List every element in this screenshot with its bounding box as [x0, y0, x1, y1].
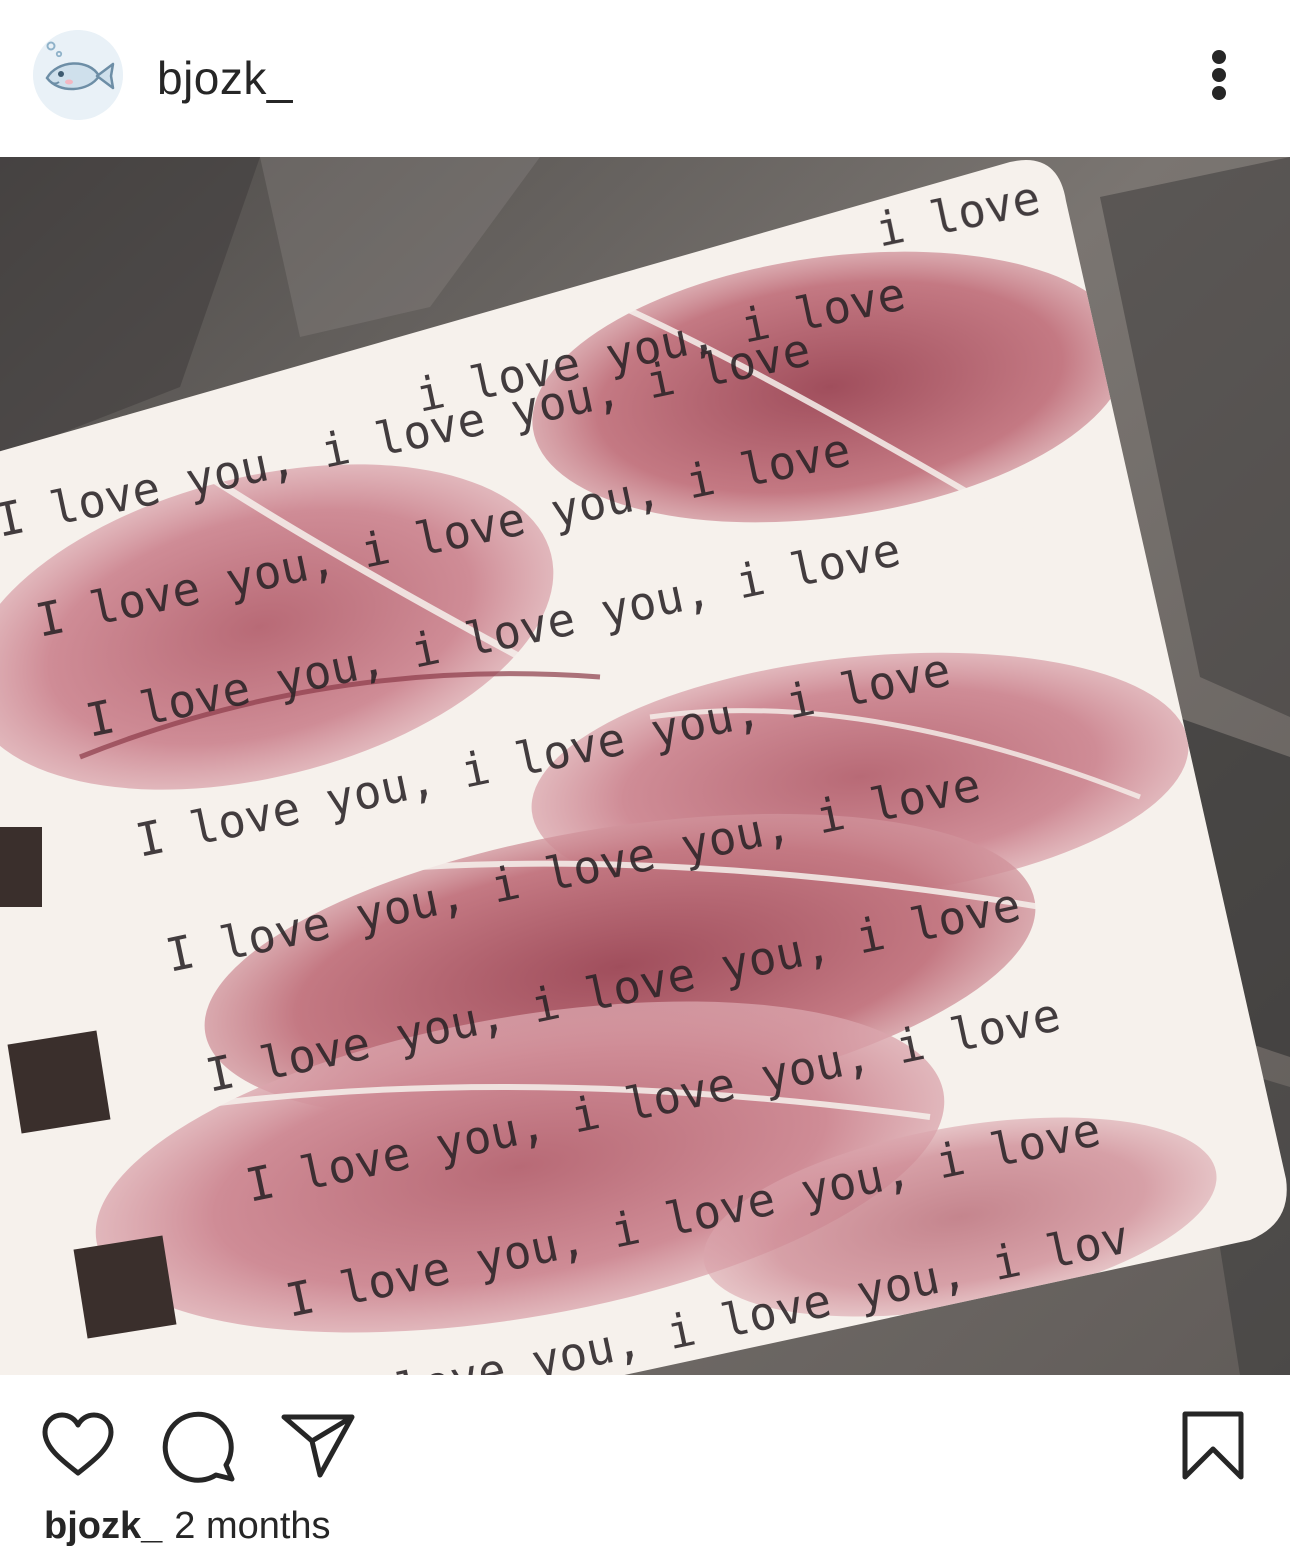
- fish-avatar-icon: [33, 30, 123, 120]
- bookmark-icon: [1182, 1411, 1244, 1480]
- sprocket-hole: [0, 827, 42, 907]
- more-dot: [1212, 86, 1226, 100]
- more-vertical-icon: [1212, 50, 1226, 64]
- more-dot: [1212, 68, 1226, 82]
- post-action-bar: [0, 1375, 1290, 1495]
- comment-button[interactable]: [160, 1409, 238, 1483]
- photo-lipstick-kisses-card: i love i love you, i love I love you, i …: [0, 157, 1290, 1375]
- share-button[interactable]: [280, 1411, 356, 1479]
- post-photo[interactable]: i love i love you, i love I love you, i …: [0, 157, 1290, 1375]
- sprocket-hole: [7, 1030, 111, 1134]
- save-button[interactable]: [1180, 1409, 1246, 1483]
- avatar[interactable]: [33, 30, 123, 120]
- comment-icon: [162, 1411, 235, 1483]
- sprocket-hole: [73, 1235, 177, 1339]
- heart-icon: [42, 1412, 114, 1476]
- paper-plane-icon: [281, 1414, 355, 1478]
- post-header: bjozk_: [0, 0, 1290, 157]
- post-timestamp: 2 months: [174, 1505, 331, 1547]
- like-button[interactable]: [40, 1411, 116, 1479]
- post-caption: bjozk_ 2 months: [44, 1503, 331, 1549]
- post-username[interactable]: bjozk_: [157, 50, 293, 106]
- more-options-button[interactable]: [1196, 44, 1244, 108]
- caption-username[interactable]: bjozk_: [44, 1505, 162, 1547]
